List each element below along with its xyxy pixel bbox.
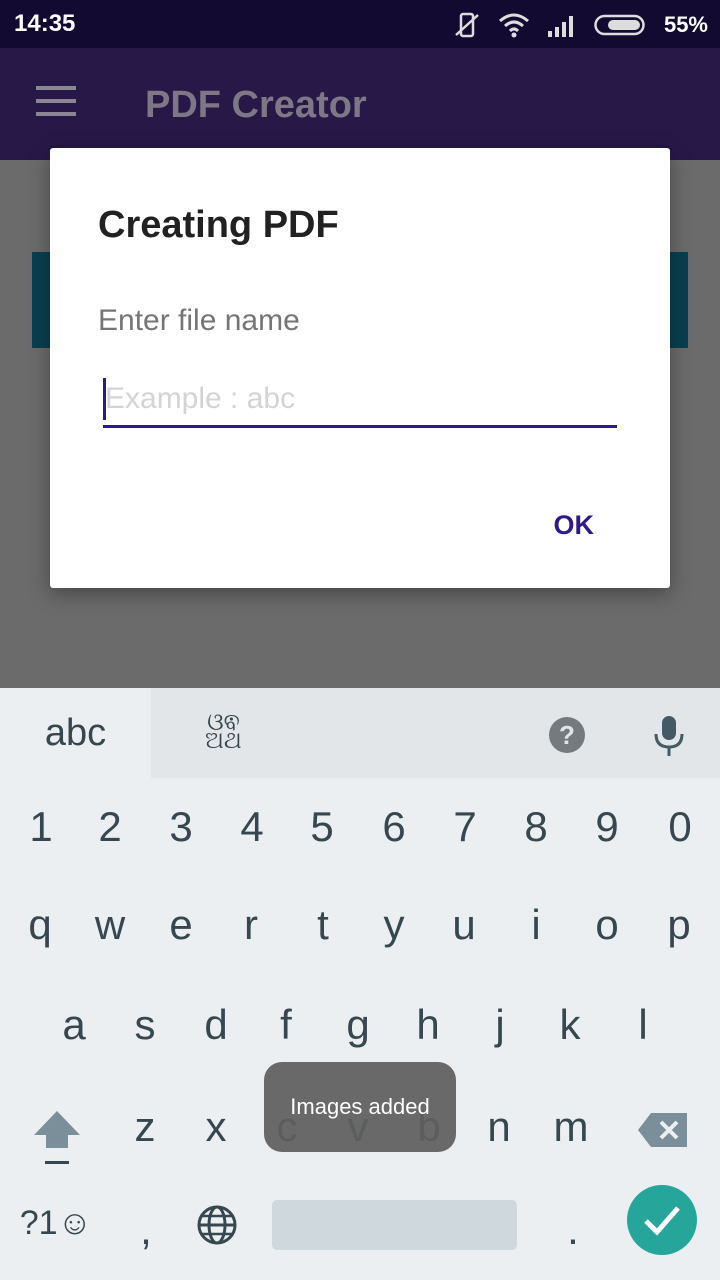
mic-icon[interactable] (652, 714, 686, 758)
key-g[interactable]: g (328, 1000, 388, 1050)
status-bar: 14:35 55% (0, 0, 720, 48)
shift-icon[interactable] (32, 1108, 82, 1166)
key-f[interactable]: f (256, 1000, 316, 1050)
app-bar: PDF Creator (0, 48, 720, 160)
key-a[interactable]: a (44, 1000, 104, 1050)
key-5[interactable]: 5 (292, 802, 352, 852)
key-6[interactable]: 6 (364, 802, 424, 852)
key-w[interactable]: w (80, 900, 140, 950)
key-z[interactable]: z (115, 1102, 175, 1152)
soft-keyboard: abc ଓଵ ଅଥ ? (0, 688, 720, 1280)
menu-icon[interactable] (36, 86, 76, 118)
key-period[interactable]: . (543, 1205, 603, 1255)
battery-icon (594, 14, 645, 36)
dialog-message: Enter file name (98, 304, 300, 337)
signal-icon (547, 16, 573, 37)
status-time: 14:35 (14, 10, 76, 37)
keyboard-tab-language[interactable]: ଓଵ ଅଥ (205, 711, 242, 753)
key-0[interactable]: 0 (650, 802, 710, 852)
key-3[interactable]: 3 (151, 802, 211, 852)
check-icon (644, 1206, 680, 1236)
app-title: PDF Creator (145, 84, 367, 126)
keyboard-toolbar: abc ଓଵ ଅଥ ? (0, 688, 720, 778)
key-d[interactable]: d (186, 1000, 246, 1050)
ok-button[interactable]: OK (554, 510, 595, 541)
file-name-field[interactable] (103, 374, 617, 428)
key-4[interactable]: 4 (222, 802, 282, 852)
key-l[interactable]: l (613, 1000, 673, 1050)
space-bar[interactable] (272, 1200, 517, 1250)
key-i[interactable]: i (506, 900, 566, 950)
key-7[interactable]: 7 (435, 802, 495, 852)
mute-icon (455, 12, 479, 38)
battery-level: 55% (663, 12, 708, 37)
key-j[interactable]: j (470, 1000, 530, 1050)
toast-message: Images added (264, 1062, 456, 1152)
wifi-icon (498, 13, 529, 38)
keyboard-tab-abc[interactable]: abc (0, 688, 151, 778)
key-o[interactable]: o (577, 900, 637, 950)
key-8[interactable]: 8 (506, 802, 566, 852)
key-u[interactable]: u (434, 900, 494, 950)
key-h[interactable]: h (398, 1000, 458, 1050)
key-s[interactable]: s (115, 1000, 175, 1050)
key-k[interactable]: k (540, 1000, 600, 1050)
key-r[interactable]: r (221, 900, 281, 950)
key-2[interactable]: 2 (80, 802, 140, 852)
key-x[interactable]: x (186, 1102, 246, 1152)
enter-button[interactable] (627, 1185, 697, 1255)
key-m[interactable]: m (541, 1102, 601, 1152)
status-icons: 55% (452, 10, 708, 40)
key-e[interactable]: e (151, 900, 211, 950)
symbols-key[interactable]: ?1☺ (14, 1198, 98, 1248)
backspace-icon[interactable] (637, 1111, 689, 1149)
key-n[interactable]: n (469, 1102, 529, 1152)
key-q[interactable]: q (10, 900, 70, 950)
key-9[interactable]: 9 (577, 802, 637, 852)
create-pdf-dialog: Creating PDF Enter file name OK (50, 148, 670, 588)
key-1[interactable]: 1 (11, 802, 71, 852)
file-name-input[interactable] (105, 374, 615, 424)
help-icon[interactable]: ? (549, 717, 585, 753)
key-y[interactable]: y (364, 900, 424, 950)
key-t[interactable]: t (293, 900, 353, 950)
key-comma[interactable]: , (116, 1205, 176, 1255)
key-p[interactable]: p (649, 900, 709, 950)
globe-icon[interactable] (196, 1204, 238, 1246)
dialog-title: Creating PDF (98, 204, 339, 246)
